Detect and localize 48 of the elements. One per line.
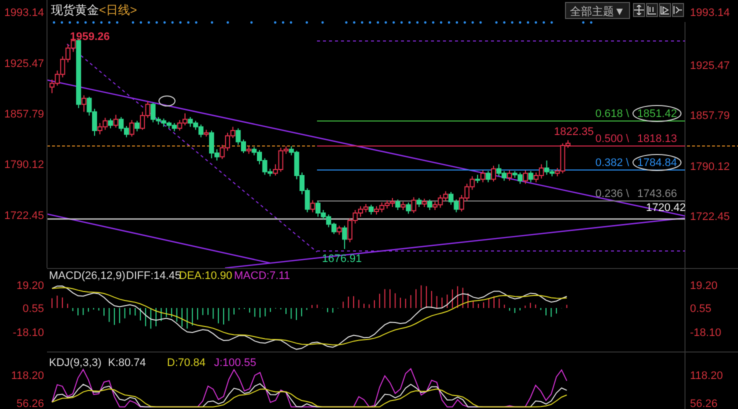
- price-axis-label: 1722.45: [4, 210, 44, 222]
- price-axis-label: 1722.45: [690, 211, 730, 223]
- price-axis-label: 1857.79: [690, 110, 730, 122]
- indicator-name: MACD(26,12,9): [49, 270, 126, 282]
- macd-value: MACD:7.11: [234, 270, 290, 282]
- macd-axis-label: -18.10: [12, 327, 44, 339]
- price-axis-label: 1993.14: [4, 7, 44, 20]
- d-value: D:70.84: [167, 357, 206, 369]
- fib-ratio: 0.500 \: [595, 133, 629, 145]
- toolbar-icon[interactable]: [633, 3, 645, 17]
- period-label[interactable]: <日线>: [99, 2, 138, 18]
- low-price-label: 1676.91: [322, 253, 362, 265]
- macd-axis-label: 0.55: [22, 303, 44, 315]
- k-value: K:80.74: [108, 357, 146, 369]
- kdj-axis-label: 56.26: [16, 398, 44, 409]
- circle-marker: [158, 96, 176, 106]
- fib-value: 1784.84: [637, 157, 677, 169]
- macd-axis-label: 0.55: [690, 303, 712, 315]
- toolbar-icon[interactable]: [659, 3, 671, 17]
- price-axis-label: 1993.14: [690, 7, 730, 19]
- macd-axis-label: 19.20: [690, 280, 718, 292]
- price-axis-label: 1790.12: [690, 161, 730, 173]
- macd-axis-label: 19.20: [16, 280, 44, 292]
- price-axis-label: 1925.47: [4, 58, 44, 70]
- j-value: J:100.55: [214, 357, 256, 369]
- kdj-axis-label: 56.26: [690, 398, 718, 409]
- fib-value: 1851.42: [637, 108, 677, 120]
- fib-value: 1743.66: [637, 188, 677, 200]
- price-axis-label: 1925.47: [690, 60, 730, 72]
- price-axis-label: 1857.79: [4, 108, 44, 120]
- kdj-axis-label: 118.20: [11, 370, 44, 382]
- fib-value: 1818.13: [637, 133, 677, 145]
- fib-ratio: 0.618 \: [595, 108, 629, 120]
- kdj-axis-label: 118.20: [690, 370, 723, 382]
- high-price-label: 1959.26: [70, 31, 110, 43]
- last-high-label: 1822.35: [554, 126, 594, 138]
- chart-title: 现货黄金: [51, 2, 99, 18]
- dea-value: DEA:10.90: [179, 270, 232, 282]
- theme-dropdown[interactable]: 全部主题▼: [565, 2, 630, 18]
- macd-axis-label: -18.10: [690, 327, 722, 339]
- indicator-name: KDJ(9,3,3): [49, 357, 102, 369]
- fib-ratio: 0.382 \: [595, 157, 629, 169]
- support-price-label: 1720.42: [646, 202, 686, 214]
- toolbar-icon[interactable]: [646, 3, 658, 17]
- diff-value: DIFF:14.45: [126, 270, 182, 282]
- fib-ratio: 0.236 \: [595, 188, 629, 200]
- price-axis-label: 1790.12: [4, 159, 44, 172]
- toolbar-icon[interactable]: [672, 3, 684, 17]
